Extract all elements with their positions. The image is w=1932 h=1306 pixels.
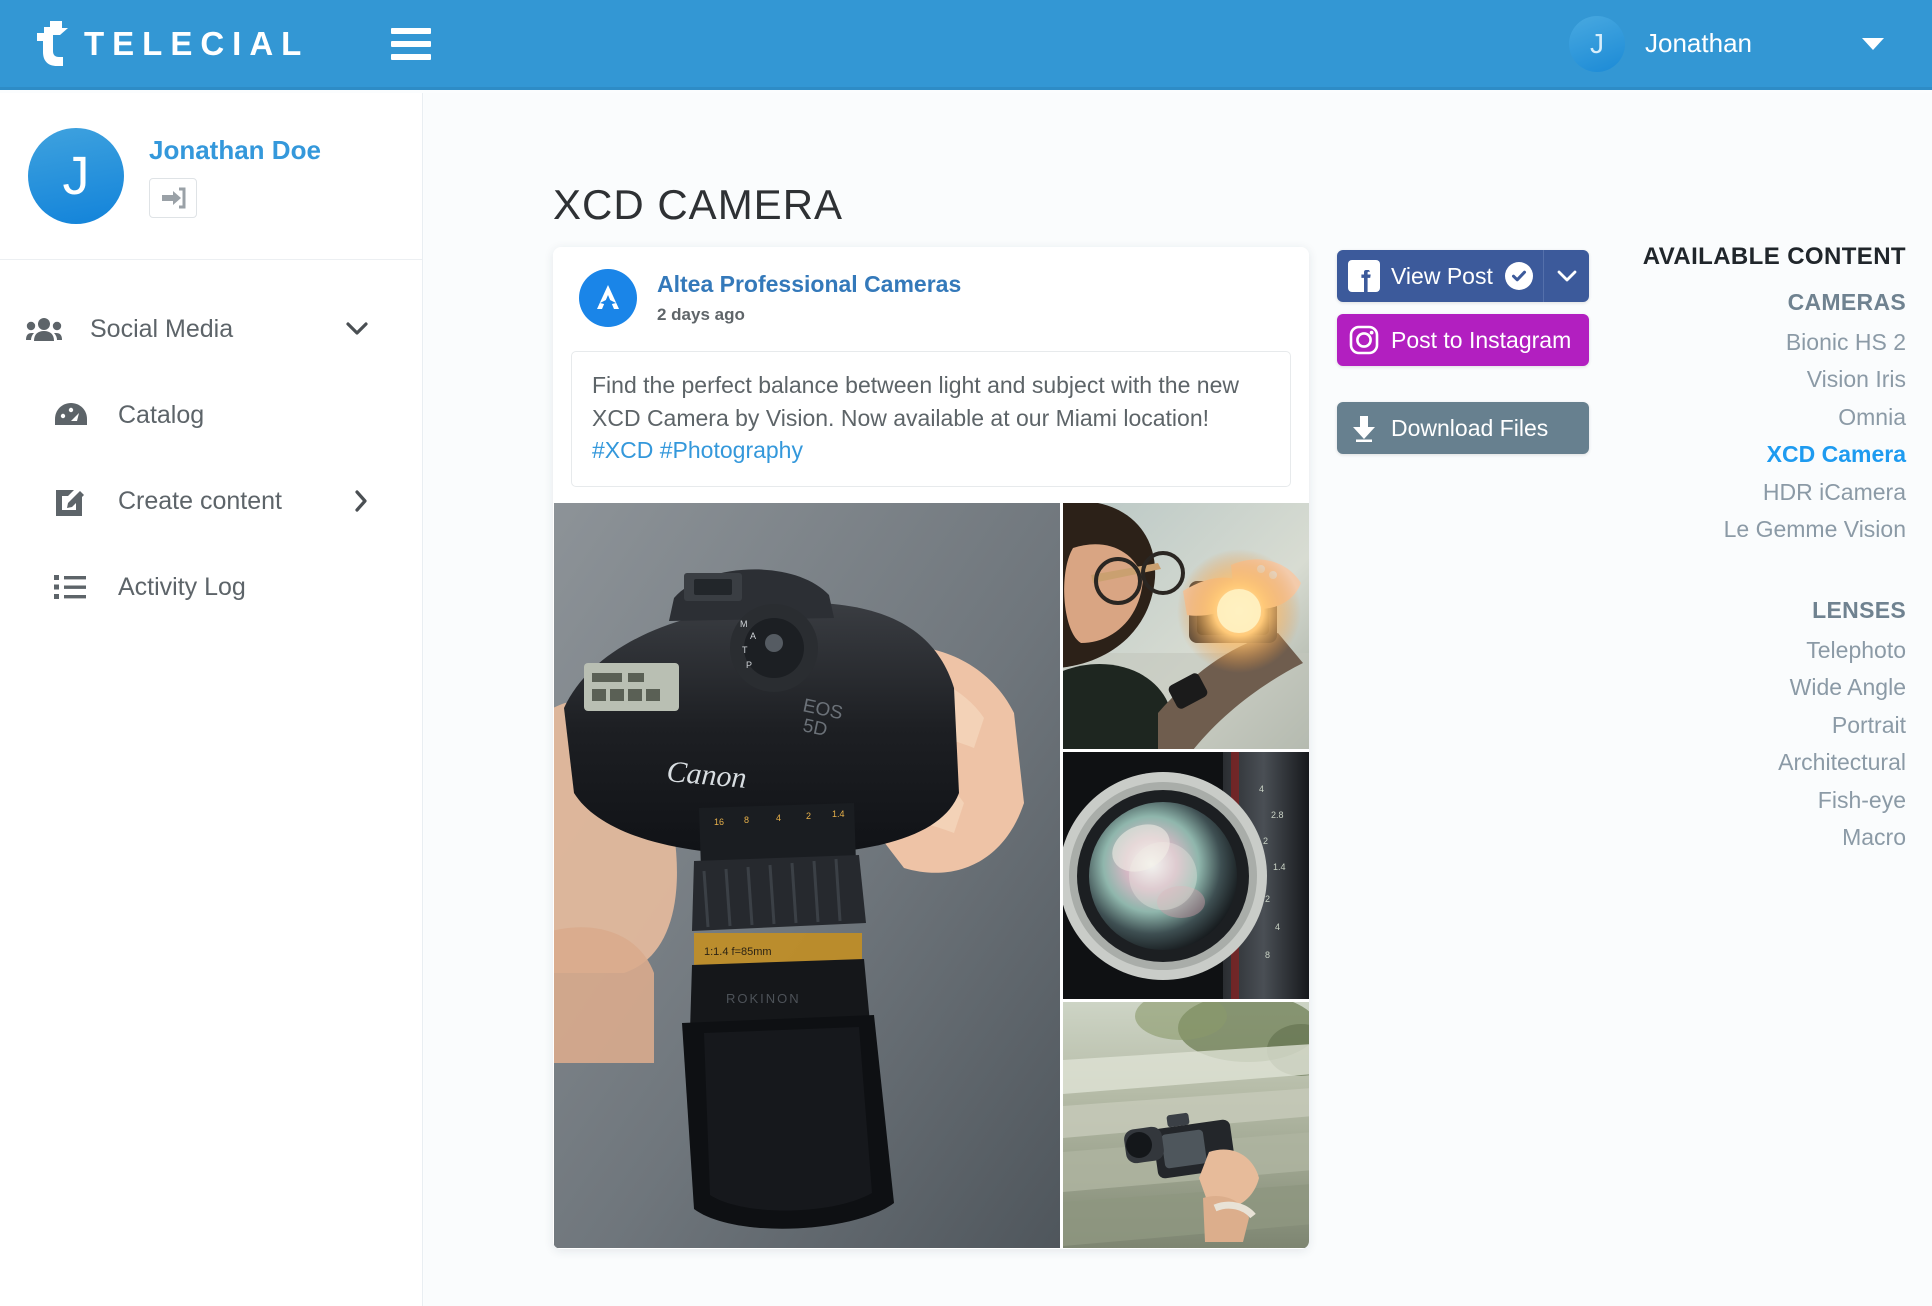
sidebar-item-catalog[interactable]: Catalog <box>0 372 422 458</box>
svg-text:2: 2 <box>1263 836 1268 846</box>
social-post-card: Altea Professional Cameras 2 days ago Fi… <box>553 247 1309 1249</box>
hashtag-photography[interactable]: #Photography <box>660 437 803 463</box>
svg-text:2: 2 <box>806 811 811 821</box>
sidebar-profile: J Jonathan Doe <box>0 93 422 260</box>
download-files-button[interactable]: Download Files <box>1337 402 1589 454</box>
chevron-down-icon <box>1557 270 1576 281</box>
svg-text:2: 2 <box>1265 894 1270 904</box>
svg-text:1.4: 1.4 <box>832 809 845 819</box>
available-content-title: AVAILABLE CONTENT <box>1642 243 1906 270</box>
page-title: XCD CAMERA <box>553 181 844 228</box>
svg-text:A: A <box>750 631 756 641</box>
content-item-bionic-hs-2[interactable]: Bionic HS 2 <box>1606 324 1906 361</box>
chevron-down-icon[interactable] <box>346 322 368 336</box>
available-content-panel: AVAILABLE CONTENT CAMERAS Bionic HS 2 Vi… <box>1606 243 1906 857</box>
svg-text:M: M <box>740 619 748 629</box>
hamburger-menu-icon[interactable] <box>391 27 432 60</box>
closeup-85mm-lens-front-element[interactable]: 42.82 1.4248 85 <box>1063 752 1309 999</box>
content-item-telephoto[interactable]: Telephoto <box>1606 632 1906 669</box>
svg-text:P: P <box>746 660 752 670</box>
post-to-instagram-button[interactable]: Post to Instagram <box>1337 314 1589 366</box>
content-item-macro[interactable]: Macro <box>1606 819 1906 856</box>
content-group-cameras: CAMERAS Bionic HS 2 Vision Iris Omnia XC… <box>1606 289 1906 549</box>
chevron-right-icon[interactable] <box>354 490 368 512</box>
content-item-xcd-camera[interactable]: XCD Camera <box>1606 436 1906 473</box>
content-group-title: CAMERAS <box>1787 289 1906 315</box>
hashtag-xcd[interactable]: #XCD <box>592 437 653 463</box>
svg-text:8: 8 <box>1265 950 1270 960</box>
altea-a-logo-icon <box>579 269 637 327</box>
avatar: J <box>1569 15 1626 72</box>
telecial-bird-logo-icon <box>36 20 72 67</box>
post-to-instagram-label: Post to Instagram <box>1391 326 1572 353</box>
content-group-title: LENSES <box>1812 596 1906 623</box>
dashboard-gauge-icon <box>54 401 96 429</box>
post-text-body: Find the perfect balance between light a… <box>592 372 1239 431</box>
content-item-le-gemme-vision[interactable]: Le Gemme Vision <box>1606 511 1906 548</box>
content-item-omnia[interactable]: Omnia <box>1606 399 1906 436</box>
view-post-label: View Post <box>1391 262 1493 289</box>
svg-text:16: 16 <box>714 817 724 827</box>
post-header: Altea Professional Cameras 2 days ago <box>553 247 1309 339</box>
list-ul-icon <box>54 574 96 600</box>
sidebar-nav: Social Media Catalog Create content Acti… <box>0 260 422 630</box>
profile-avatar: J <box>28 128 124 224</box>
sign-out-icon[interactable] <box>149 177 197 218</box>
photographer-shooting-into-sunlight[interactable] <box>1063 502 1309 750</box>
app-logo-text: TELECIAL <box>84 25 310 62</box>
top-header-bar: TELECIAL J Jonathan <box>0 0 1932 90</box>
svg-text:8: 8 <box>744 815 749 825</box>
svg-text:2.8: 2.8 <box>1271 810 1284 820</box>
sidebar-item-label: Catalog <box>118 400 205 429</box>
post-action-buttons: View Post Post to Instagram Download Fil… <box>1337 250 1589 454</box>
content-group-lenses: LENSES Telephoto Wide Angle Portrait Arc… <box>1606 597 1906 857</box>
download-arrow-icon <box>1337 414 1391 442</box>
chevron-down-icon[interactable] <box>1862 37 1884 50</box>
app-logo[interactable]: TELECIAL <box>36 20 310 67</box>
content-item-architectural[interactable]: Architectural <box>1606 744 1906 781</box>
svg-text:4: 4 <box>1259 784 1264 794</box>
content-item-wide-angle[interactable]: Wide Angle <box>1606 669 1906 706</box>
panel-divider-space <box>1606 549 1906 579</box>
user-menu-label: Jonathan <box>1645 28 1752 58</box>
svg-text:1.4: 1.4 <box>1273 862 1286 872</box>
hand-holding-mirrorless-camera-motion-blur[interactable] <box>1063 1001 1309 1248</box>
svg-text:1:1.4 f=85mm: 1:1.4 f=85mm <box>704 946 772 958</box>
svg-text:4: 4 <box>776 813 781 823</box>
svg-text:T: T <box>742 645 748 655</box>
post-image-gallery: MATP EOS 5D Canon 1:1.4 f=85mm ROKINON 1… <box>553 502 1309 1249</box>
sidebar-item-create-content[interactable]: Create content <box>0 458 422 544</box>
sidebar-item-activity-log[interactable]: Activity Log <box>0 544 422 630</box>
edit-pencil-square-icon <box>54 486 96 516</box>
svg-text:4: 4 <box>1275 922 1280 932</box>
users-group-icon <box>26 316 68 342</box>
main-content: XCD CAMERA Altea Professional Cameras 2 … <box>424 93 1932 1306</box>
content-item-fish-eye[interactable]: Fish-eye <box>1606 782 1906 819</box>
download-files-label: Download Files <box>1391 414 1549 441</box>
sidebar-item-social-media[interactable]: Social Media <box>0 286 422 372</box>
sidebar-item-label: Social Media <box>90 314 234 343</box>
post-text: Find the perfect balance between light a… <box>571 351 1291 487</box>
profile-name: Jonathan Doe <box>149 134 321 165</box>
svg-text:Canon: Canon <box>665 755 748 795</box>
content-item-vision-iris[interactable]: Vision Iris <box>1606 361 1906 398</box>
hands-holding-canon-eos-5d-camera[interactable]: MATP EOS 5D Canon 1:1.4 f=85mm ROKINON 1… <box>554 502 1060 1248</box>
check-circle-icon <box>1505 262 1533 290</box>
instagram-icon <box>1337 325 1391 355</box>
sidebar-item-label: Create content <box>118 486 282 515</box>
left-sidebar: J Jonathan Doe Social Media Catalog Crea… <box>0 93 423 1306</box>
content-item-portrait[interactable]: Portrait <box>1606 707 1906 744</box>
post-brand-name[interactable]: Altea Professional Cameras <box>657 271 961 298</box>
view-post-button[interactable]: View Post <box>1337 250 1589 302</box>
facebook-icon <box>1337 260 1391 292</box>
user-menu[interactable]: J Jonathan <box>1569 15 1902 72</box>
svg-text:ROKINON: ROKINON <box>726 991 801 1006</box>
content-item-hdr-icamera[interactable]: HDR iCamera <box>1606 474 1906 511</box>
view-post-dropdown-toggle[interactable] <box>1543 250 1589 302</box>
post-timestamp: 2 days ago <box>657 305 745 324</box>
sidebar-item-label: Activity Log <box>118 572 246 601</box>
